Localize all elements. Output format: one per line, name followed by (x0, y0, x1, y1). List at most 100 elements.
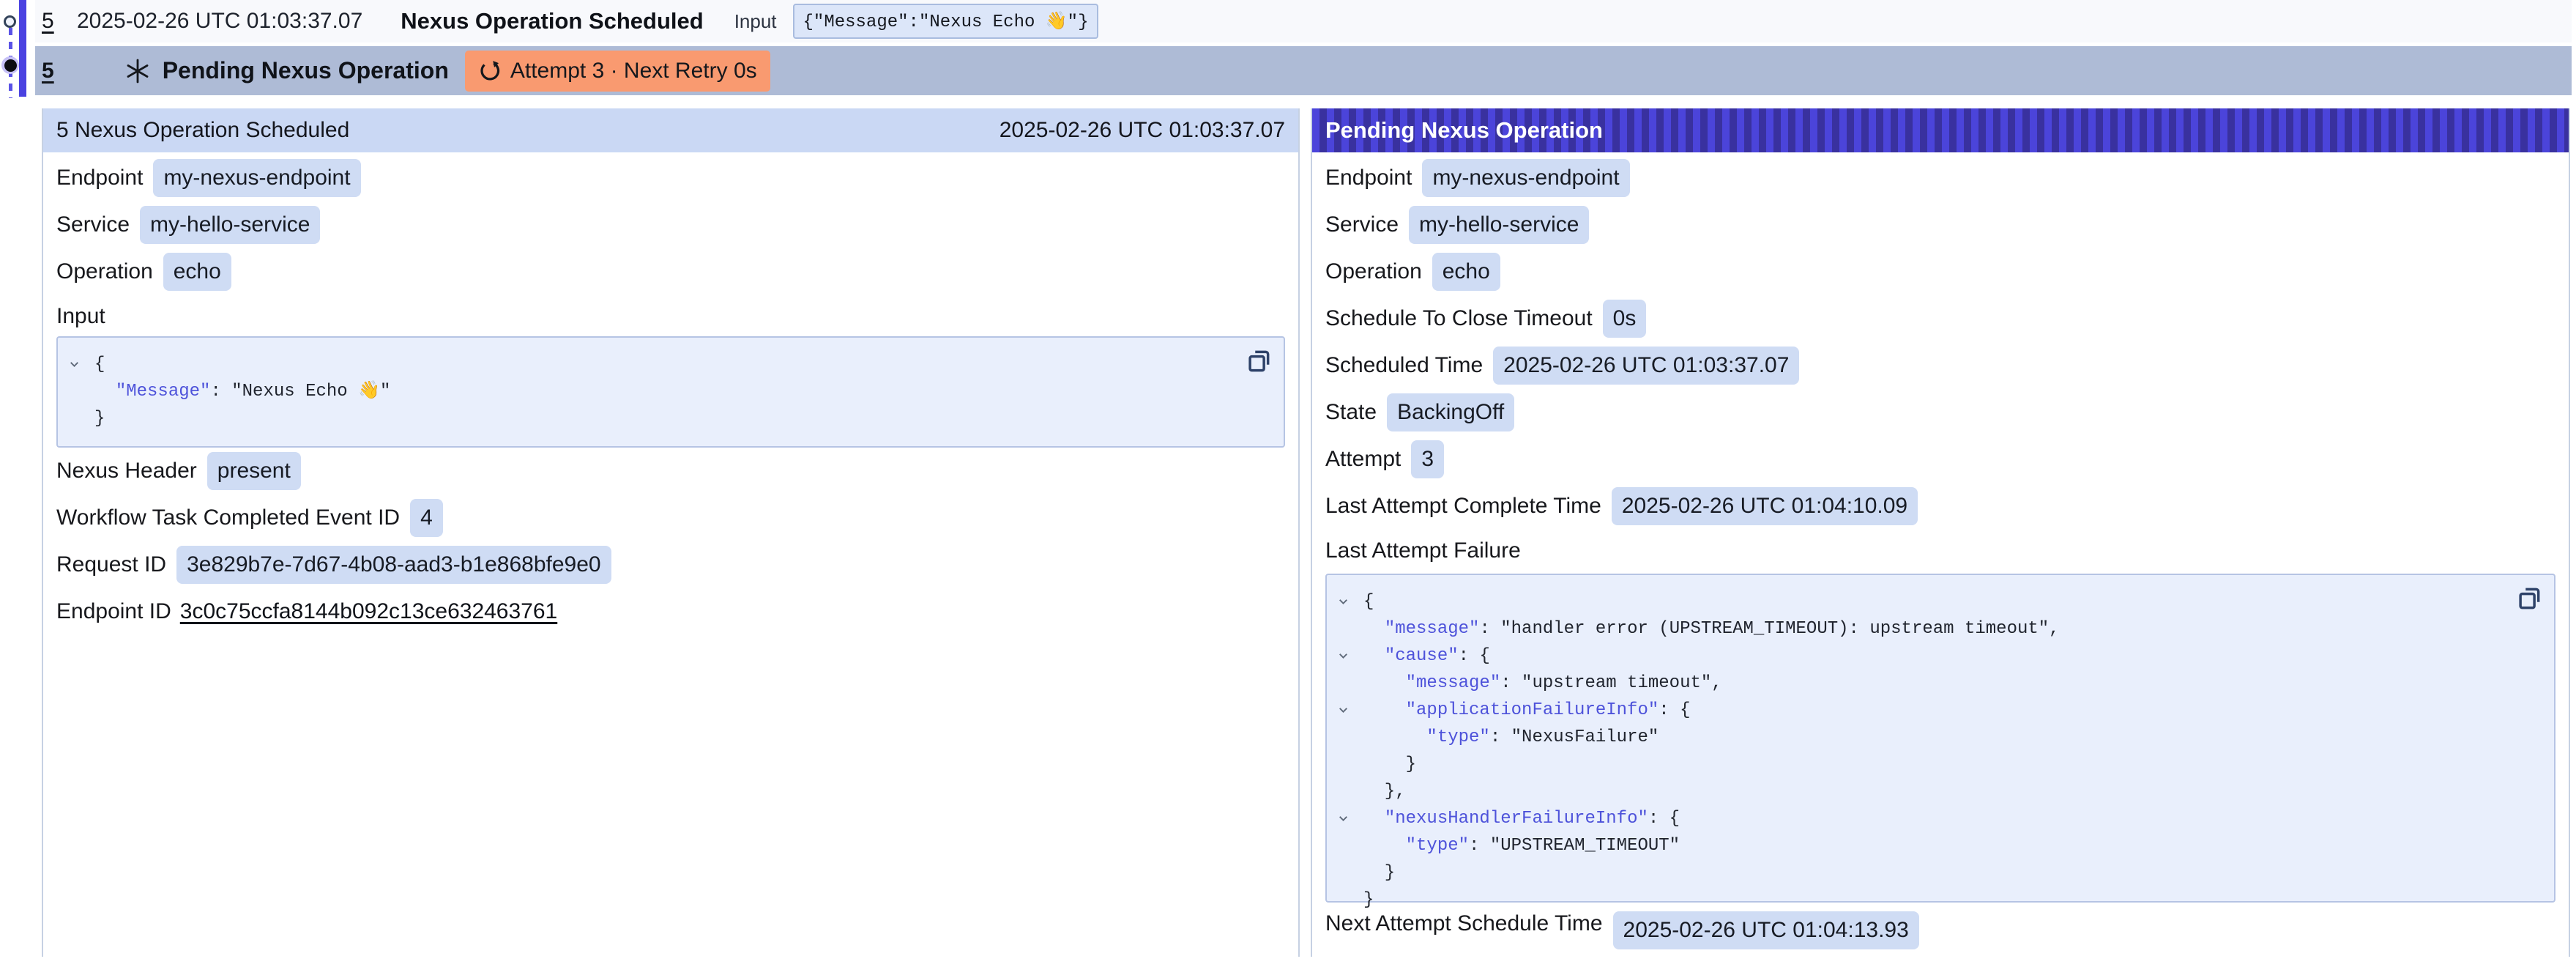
collapse-chevron-icon[interactable] (1337, 650, 1350, 662)
json-line: } (1337, 751, 2510, 778)
collapse-chevron[interactable] (1337, 704, 1363, 716)
event-id-link[interactable]: 5 (42, 9, 74, 34)
pending-operation-panel: Pending Nexus Operation Endpoint my-nexu… (1311, 108, 2570, 957)
retry-badge-text: Attempt 3 · Next Retry 0s (510, 59, 757, 84)
event-title: Pending Nexus Operation (163, 57, 449, 84)
field-label: Schedule To Close Timeout (1325, 306, 1593, 331)
json-line: "nexusHandlerFailureInfo": { (1337, 805, 2510, 832)
field-label: Last Attempt Complete Time (1325, 494, 1601, 519)
json-line: "cause": { (1337, 642, 2510, 670)
scheduled-panel-title: 5 Nexus Operation Scheduled (56, 118, 349, 143)
event-timestamp: 2025-02-26 UTC 01:03:37.07 (77, 9, 362, 34)
field-value-badge: present (207, 452, 301, 490)
field-row-service: Service my-hello-service (56, 201, 1285, 248)
scheduled-panel-header: 5 Nexus Operation Scheduled 2025-02-26 U… (43, 108, 1298, 152)
field-label: Scheduled Time (1325, 353, 1483, 378)
field-label: Next Attempt Schedule Time (1325, 911, 1603, 936)
field-label: Request ID (56, 552, 166, 577)
field-row-operation: Operation echo (1325, 248, 2555, 295)
field-label: Endpoint (56, 166, 143, 190)
json-line: "type": "UPSTREAM_TIMEOUT" (1337, 832, 2510, 859)
json-line: } (68, 405, 1240, 432)
collapse-chevron[interactable] (1337, 812, 1363, 825)
json-line: "message": "upstream timeout", (1337, 670, 2510, 697)
field-label: Service (56, 212, 130, 237)
json-line: "applicationFailureInfo": { (1337, 697, 2510, 724)
field-value-badge: 2025-02-26 UTC 01:04:10.09 (1612, 487, 1918, 525)
field-row-workflow-task-completed-event-id: Workflow Task Completed Event ID 4 (56, 494, 1285, 541)
field-row-endpoint-id: Endpoint ID 3c0c75ccfa8144b092c13ce63246… (56, 588, 1285, 635)
field-row-nexus-header: Nexus Header present (56, 448, 1285, 494)
field-label: Nexus Header (56, 459, 197, 484)
retry-icon (478, 60, 500, 82)
failure-json-block: { "message": "handler error (UPSTREAM_TI… (1325, 574, 2555, 903)
field-row-operation: Operation echo (56, 248, 1285, 295)
field-value-badge: my-hello-service (1409, 206, 1589, 244)
field-label: Workflow Task Completed Event ID (56, 505, 400, 530)
field-row-scheduled-time: Scheduled Time 2025-02-26 UTC 01:03:37.0… (1325, 342, 2555, 389)
json-line: { (1337, 588, 2510, 615)
field-label: Operation (56, 259, 153, 284)
field-value-badge: 3e829b7e-7d67-4b08-aad3-b1e868bfe9e0 (176, 546, 611, 584)
collapse-chevron[interactable] (68, 358, 94, 371)
timeline-event-node-open[interactable] (4, 15, 16, 28)
failure-section-label: Last Attempt Failure (1325, 530, 2555, 569)
field-row-endpoint: Endpoint my-nexus-endpoint (56, 155, 1285, 201)
scheduled-event-panel: 5 Nexus Operation Scheduled 2025-02-26 U… (42, 108, 1300, 957)
json-line: "type": "NexusFailure" (1337, 724, 2510, 751)
field-value-badge: my-nexus-endpoint (1422, 159, 1629, 197)
field-value-badge: 2025-02-26 UTC 01:03:37.07 (1493, 347, 1799, 385)
json-line: } (1337, 886, 2510, 914)
field-row-service: Service my-hello-service (1325, 201, 2555, 248)
copy-icon[interactable] (2514, 584, 2544, 613)
json-line: } (1337, 859, 2510, 886)
input-inline-chip[interactable]: {"Message":"Nexus Echo 👋"} (793, 4, 1099, 39)
json-line: "message": "handler error (UPSTREAM_TIME… (1337, 615, 2510, 642)
field-label: Operation (1325, 259, 1422, 284)
field-row-attempt: Attempt 3 (1325, 436, 2555, 483)
field-label: Service (1325, 212, 1399, 237)
input-section-label: Input (56, 295, 1285, 335)
field-row-schedule-to-close-timeout: Schedule To Close Timeout 0s (1325, 295, 2555, 342)
field-row-state: State BackingOff (1325, 389, 2555, 436)
field-row-last-attempt-complete-time: Last Attempt Complete Time 2025-02-26 UT… (1325, 483, 2555, 530)
field-label: Endpoint ID (56, 599, 171, 624)
timeline-event-node-selected[interactable] (1, 56, 19, 74)
field-label: Attempt (1325, 447, 1401, 472)
field-value-badge: 2025-02-26 UTC 01:04:13.93 (1613, 911, 1919, 949)
retry-attempt-badge: Attempt 3 · Next Retry 0s (465, 51, 770, 92)
field-label: Endpoint (1325, 166, 1412, 190)
collapse-chevron-icon[interactable] (1337, 812, 1350, 825)
event-row-pending[interactable]: 5 Pending Nexus Operation Attempt 3 · Ne… (35, 46, 2572, 95)
copy-icon[interactable] (1244, 347, 1273, 376)
field-value-badge: my-nexus-endpoint (153, 159, 360, 197)
collapse-chevron[interactable] (1337, 650, 1363, 662)
json-line: }, (1337, 778, 2510, 805)
pending-asterisk-icon (124, 58, 151, 84)
event-title: Nexus Operation Scheduled (401, 8, 703, 34)
input-json-block: { "Message": "Nexus Echo 👋"} (56, 336, 1285, 448)
pending-panel-header: Pending Nexus Operation (1312, 108, 2569, 152)
field-label: State (1325, 400, 1377, 425)
input-inline-label: Input (734, 10, 777, 33)
field-value-badge: echo (1432, 253, 1500, 291)
field-value-badge: echo (163, 253, 231, 291)
collapse-chevron-icon[interactable] (1337, 704, 1350, 716)
collapse-chevron-icon[interactable] (1337, 596, 1350, 608)
field-value-badge: 3 (1411, 440, 1444, 478)
event-id-link[interactable]: 5 (42, 59, 54, 84)
endpoint-id-link[interactable]: 3c0c75ccfa8144b092c13ce632463761 (180, 599, 557, 624)
collapse-chevron-icon[interactable] (68, 358, 81, 371)
field-value-badge: 4 (410, 499, 443, 537)
collapse-chevron[interactable] (1337, 596, 1363, 608)
field-row-request-id: Request ID 3e829b7e-7d67-4b08-aad3-b1e86… (56, 541, 1285, 588)
field-value-badge: BackingOff (1387, 393, 1514, 431)
event-row-scheduled[interactable]: 5 2025-02-26 UTC 01:03:37.07 Nexus Opera… (35, 0, 2572, 42)
timeline-active-bar (19, 0, 26, 97)
scheduled-panel-timestamp: 2025-02-26 UTC 01:03:37.07 (999, 118, 1285, 143)
pending-panel-title: Pending Nexus Operation (1325, 117, 1603, 144)
field-row-endpoint: Endpoint my-nexus-endpoint (1325, 155, 2555, 201)
json-line: { (68, 351, 1240, 378)
field-value-badge: my-hello-service (140, 206, 320, 244)
field-value-badge: 0s (1603, 300, 1647, 338)
